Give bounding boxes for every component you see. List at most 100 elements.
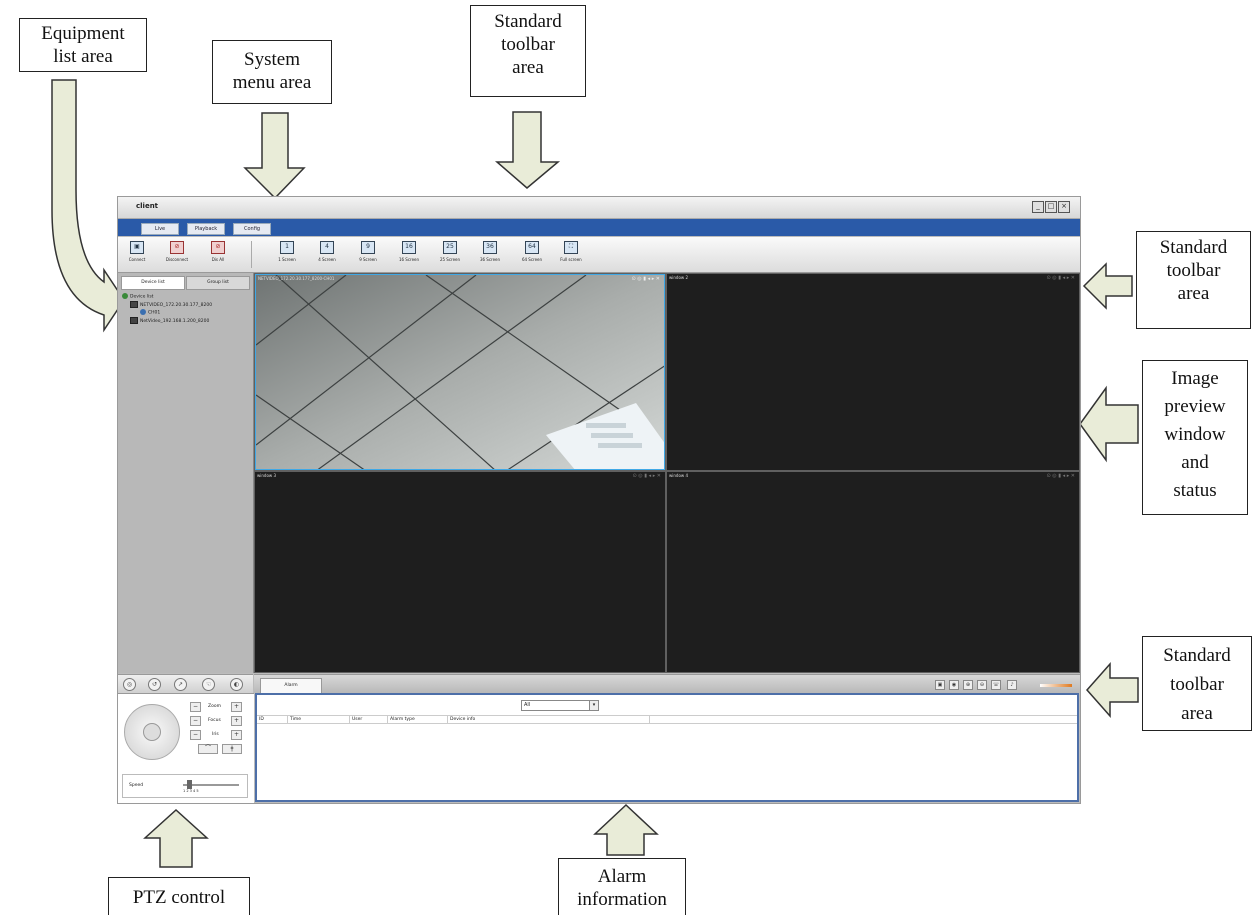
tab-group-list[interactable]: Group list: [186, 276, 250, 290]
connect-icon: ▣: [130, 241, 144, 254]
zoom-out-button[interactable]: −: [190, 702, 201, 712]
window-controls: _ □ ×: [1032, 201, 1070, 213]
standard-toolbar-right1-arrow: [1082, 262, 1133, 310]
standard-toolbar-top-arrow: [494, 111, 561, 189]
system-menu-arrow: [243, 112, 306, 200]
disconnect-all-icon: ⊘: [211, 241, 225, 254]
layout-4-button[interactable]: 4 4 Screen: [312, 241, 342, 269]
tree-root[interactable]: Device list: [122, 293, 153, 300]
standard-toolbar-right2-arrow: [1085, 662, 1139, 718]
client-window: client _ □ × Live Playback Config ▣ Conn…: [117, 196, 1081, 804]
disconnect-all-button[interactable]: ⊘ Dis All: [203, 241, 233, 269]
cruise-icon[interactable]: ↗: [174, 678, 187, 691]
ptz-control-panel: − Zoom + − Focus + − Iris + ⌒ ǂ Speed 1 …: [118, 693, 254, 803]
layout-9-button[interactable]: 9 9 Screen: [353, 241, 383, 269]
focus-near-button[interactable]: −: [190, 716, 201, 726]
alarm-information-arrow: [593, 803, 659, 856]
equipment-list-arrow: [51, 79, 125, 333]
zoom-in-icon[interactable]: ⊕: [963, 680, 973, 690]
menu-config[interactable]: Config: [233, 223, 271, 235]
fullscreen-button[interactable]: ⛶ Full screen: [556, 241, 586, 269]
zoom-label: Zoom: [208, 704, 221, 709]
focus-far-button[interactable]: +: [231, 716, 242, 726]
joystick-center[interactable]: [143, 723, 161, 741]
layout-64-icon: 64: [525, 241, 539, 254]
image-preview-arrow: [1079, 385, 1139, 463]
light-button[interactable]: ǂ: [222, 744, 242, 754]
layout-4-icon: 4: [320, 241, 334, 254]
tree-channel[interactable]: CH01: [140, 309, 160, 316]
video-window-2-caption: window 2: [669, 275, 688, 280]
alarm-information-callout: Alarm information: [558, 858, 686, 915]
track-icon[interactable]: ☜: [202, 678, 215, 691]
volume-icon[interactable]: ♪: [1007, 680, 1017, 690]
fullscreen-icon: ⛶: [564, 241, 578, 254]
tab-alarm[interactable]: Alarm: [260, 678, 322, 694]
video-window-1-controls[interactable]: ⊙ ◎ ▮ ◂ ▸ ✕: [632, 276, 660, 282]
device-icon: [130, 317, 138, 324]
zoom-out-icon[interactable]: ⊖: [977, 680, 987, 690]
layout-16-button[interactable]: 16 16 Screen: [394, 241, 424, 269]
video-window-4[interactable]: window 4 ⊙ ◎ ▮ ◂ ▸ ✕: [667, 472, 1079, 672]
layout-36-icon: 36: [483, 241, 497, 254]
focus-label: Focus: [208, 718, 221, 723]
video-window-3[interactable]: window 3 ⊙ ◎ ▮ ◂ ▸ ✕: [255, 472, 665, 672]
alarm-toolbar: Alarm ▣ ◉ ⊕ ⊖ ☏ ♪: [254, 674, 1080, 694]
video-window-4-caption: window 4: [669, 473, 688, 478]
speed-slider-handle[interactable]: [187, 780, 192, 789]
layout-1-button[interactable]: 1 1 Screen: [272, 241, 302, 269]
close-button[interactable]: ×: [1058, 201, 1070, 213]
preset-icon[interactable]: ↺: [148, 678, 161, 691]
ptz-control-callout: PTZ control: [108, 877, 250, 915]
iris-close-button[interactable]: −: [190, 730, 201, 740]
alarm-filter-select[interactable]: All ▾: [521, 700, 599, 711]
wiper-button[interactable]: ⌒: [198, 744, 218, 754]
standard-toolbar-top-callout: Standard toolbar area: [470, 5, 586, 97]
video-window-1-caption: NETVIDEO_172.20.30.177_8200-CH01: [258, 276, 335, 281]
layout-36-button[interactable]: 36 36 Screen: [475, 241, 505, 269]
record-icon[interactable]: ◉: [949, 680, 959, 690]
window-title: client: [136, 202, 159, 210]
video-window-4-controls[interactable]: ⊙ ◎ ▮ ◂ ▸ ✕: [1047, 473, 1075, 479]
title-bar: client _ □ ×: [118, 197, 1080, 219]
ptz-tab-icon[interactable]: ◎: [123, 678, 136, 691]
volume-slider[interactable]: [1040, 684, 1072, 687]
standard-toolbar: ▣ Connect ⊘ Disconnect ⊘ Dis All 1 1 Scr…: [118, 237, 1080, 273]
disconnect-button[interactable]: ⊘ Disconnect: [162, 241, 192, 269]
zoom-in-button[interactable]: +: [231, 702, 242, 712]
ptz-joystick[interactable]: [124, 704, 180, 760]
layout-64-button[interactable]: 64 64 Screen: [517, 241, 547, 269]
minimize-button[interactable]: _: [1032, 201, 1044, 213]
color-icon[interactable]: ◐: [230, 678, 243, 691]
maximize-button[interactable]: □: [1045, 201, 1057, 213]
camera-feed-image: [256, 275, 664, 469]
equipment-list-callout: Equipment list area: [19, 18, 147, 72]
snapshot-icon[interactable]: ▣: [935, 680, 945, 690]
talk-icon[interactable]: ☏: [991, 680, 1001, 690]
layout-25-button[interactable]: 25 25 Screen: [435, 241, 465, 269]
video-window-3-caption: window 3: [257, 473, 276, 478]
video-window-2[interactable]: window 2 ⊙ ◎ ▮ ◂ ▸ ✕: [667, 274, 1079, 470]
standard-toolbar-right1-callout: Standard toolbar area: [1136, 231, 1251, 329]
video-window-1[interactable]: NETVIDEO_172.20.30.177_8200-CH01 ⊙ ◎ ▮ ◂…: [255, 274, 665, 470]
layout-1-icon: 1: [280, 241, 294, 254]
menu-playback[interactable]: Playback: [187, 223, 225, 235]
video-window-2-controls[interactable]: ⊙ ◎ ▮ ◂ ▸ ✕: [1047, 275, 1075, 281]
iris-open-button[interactable]: +: [231, 730, 242, 740]
connect-button[interactable]: ▣ Connect: [122, 241, 152, 269]
video-window-3-controls[interactable]: ⊙ ◎ ▮ ◂ ▸ ✕: [633, 473, 661, 479]
tree-device-2[interactable]: NetVideo_192.168.1.200_8200: [130, 317, 209, 324]
tree-device-1[interactable]: NETVIDEO_172.20.30.177_8200: [130, 301, 212, 308]
chevron-down-icon[interactable]: ▾: [589, 701, 598, 710]
disconnect-icon: ⊘: [170, 241, 184, 254]
layout-16-icon: 16: [402, 241, 416, 254]
standard-toolbar-right2-callout: Standard toolbar area: [1142, 636, 1252, 731]
camera-icon: [140, 309, 146, 315]
alarm-table-header: ID Time User Alarm type Device info: [257, 715, 1077, 724]
menu-live[interactable]: Live: [141, 223, 179, 235]
device-icon: [130, 301, 138, 308]
layout-9-icon: 9: [361, 241, 375, 254]
system-menu-bar: Live Playback Config: [118, 219, 1080, 236]
tab-device-list[interactable]: Device list: [121, 276, 185, 290]
system-menu-callout: System menu area: [212, 40, 332, 104]
